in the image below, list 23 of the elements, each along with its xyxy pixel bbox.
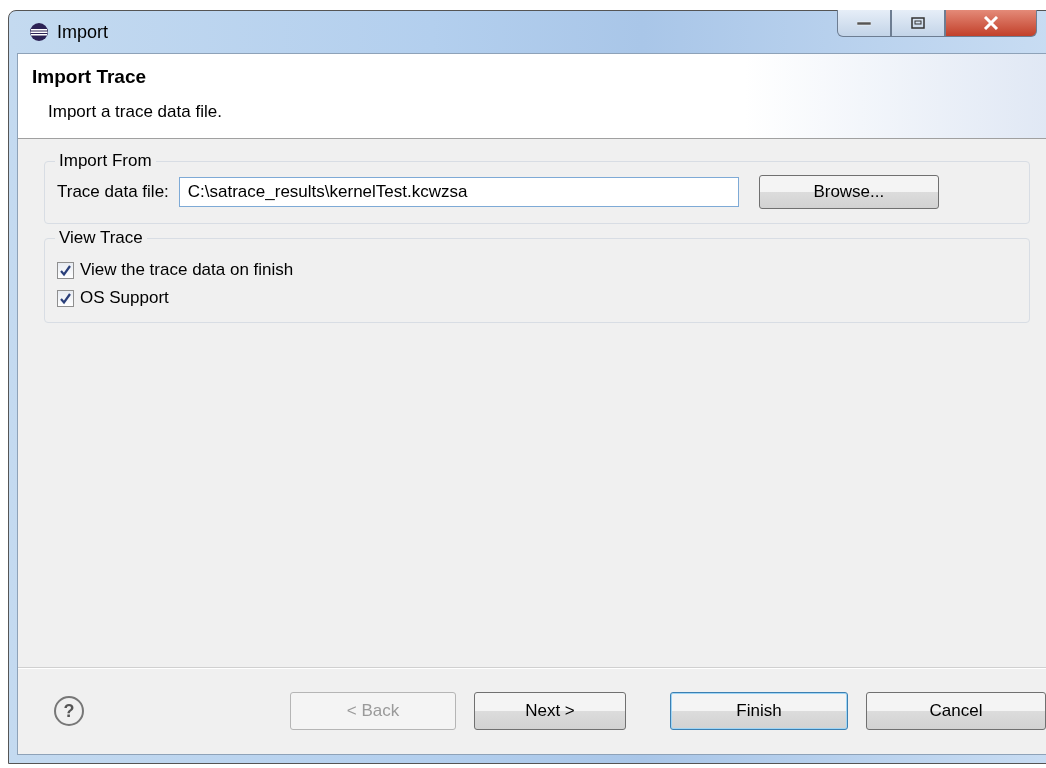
- group-title: Import From: [58, 151, 153, 171]
- maximize-button[interactable]: [891, 10, 945, 37]
- eclipse-icon: [29, 22, 49, 42]
- wizard-button[interactable]: Next >: [474, 692, 626, 730]
- window-title: Import: [57, 21, 108, 43]
- close-button[interactable]: [945, 10, 1037, 37]
- help-button[interactable]: ?: [54, 696, 84, 726]
- maximize-icon: [911, 17, 925, 29]
- minimize-icon: [857, 20, 871, 26]
- page-title: Import Trace: [32, 66, 148, 88]
- page-description: Import a trace data file.: [47, 102, 223, 122]
- checkbox-label[interactable]: View the trace data on finish: [80, 260, 294, 280]
- checkbox[interactable]: [57, 261, 74, 279]
- browse-button[interactable]: Browse...: [758, 175, 939, 209]
- close-icon: [982, 16, 1000, 30]
- field-label: Trace data file:: [57, 182, 169, 202]
- group-title: View Trace: [58, 228, 144, 248]
- wizard-button[interactable]: Finish: [670, 692, 848, 730]
- file-path-field[interactable]: C:\satrace_results\kernelTest.kcwzsa: [178, 177, 739, 207]
- minimize-button[interactable]: [837, 10, 891, 37]
- checkbox[interactable]: [57, 289, 74, 307]
- wizard-button[interactable]: Cancel: [866, 692, 1046, 730]
- checkbox-label[interactable]: OS Support: [80, 288, 169, 308]
